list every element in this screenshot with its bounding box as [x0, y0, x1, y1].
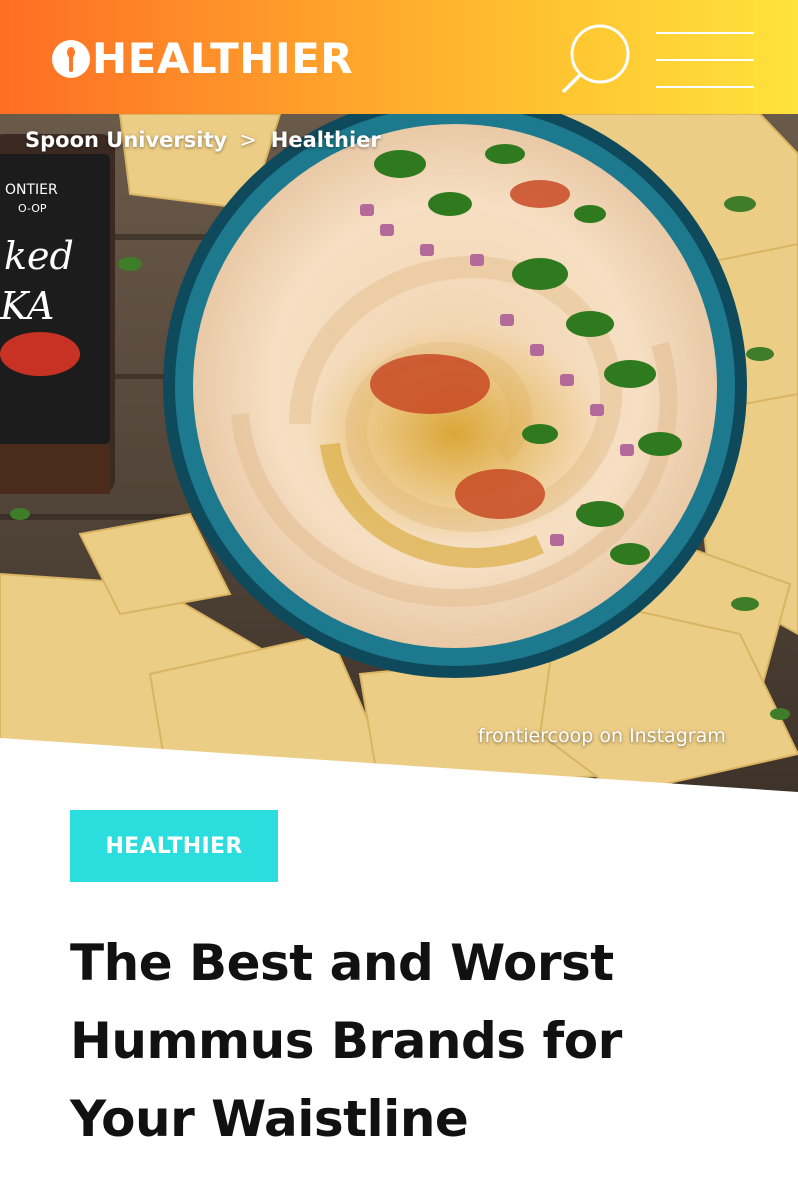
search-icon	[562, 24, 630, 93]
breadcrumb: Spoon University > Healthier	[25, 128, 381, 152]
menu-button[interactable]	[656, 28, 754, 90]
jar-label-line: ONTIER	[5, 182, 58, 198]
jar-label-line: O-OP	[18, 202, 47, 215]
hamburger-menu-line	[656, 59, 754, 61]
hamburger-menu-line	[656, 86, 754, 88]
hero-image: ONTIER O-OP ked KA	[0, 114, 798, 794]
jar-label-line: KA	[0, 284, 54, 328]
breadcrumb-item-spoon-university[interactable]: Spoon University	[25, 128, 227, 152]
logo-text: HEALTHIER	[92, 34, 354, 83]
site-header: HEALTHIER	[0, 0, 798, 114]
breadcrumb-separator: >	[239, 128, 257, 152]
hamburger-menu-icon	[656, 32, 754, 34]
breadcrumb-item-healthier[interactable]: Healthier	[271, 128, 381, 152]
search-button[interactable]	[558, 22, 636, 96]
jar-label-line: ked	[4, 234, 74, 278]
spoon-icon	[52, 40, 90, 78]
article-title: The Best and Worst Hummus Brands for You…	[70, 934, 622, 1148]
hummus-photo: ONTIER O-OP ked KA	[0, 114, 798, 794]
photo-credit: frontiercoop on Instagram	[478, 725, 726, 747]
site-logo[interactable]: HEALTHIER	[52, 36, 353, 82]
category-tag[interactable]: HEALTHIER	[70, 810, 278, 882]
